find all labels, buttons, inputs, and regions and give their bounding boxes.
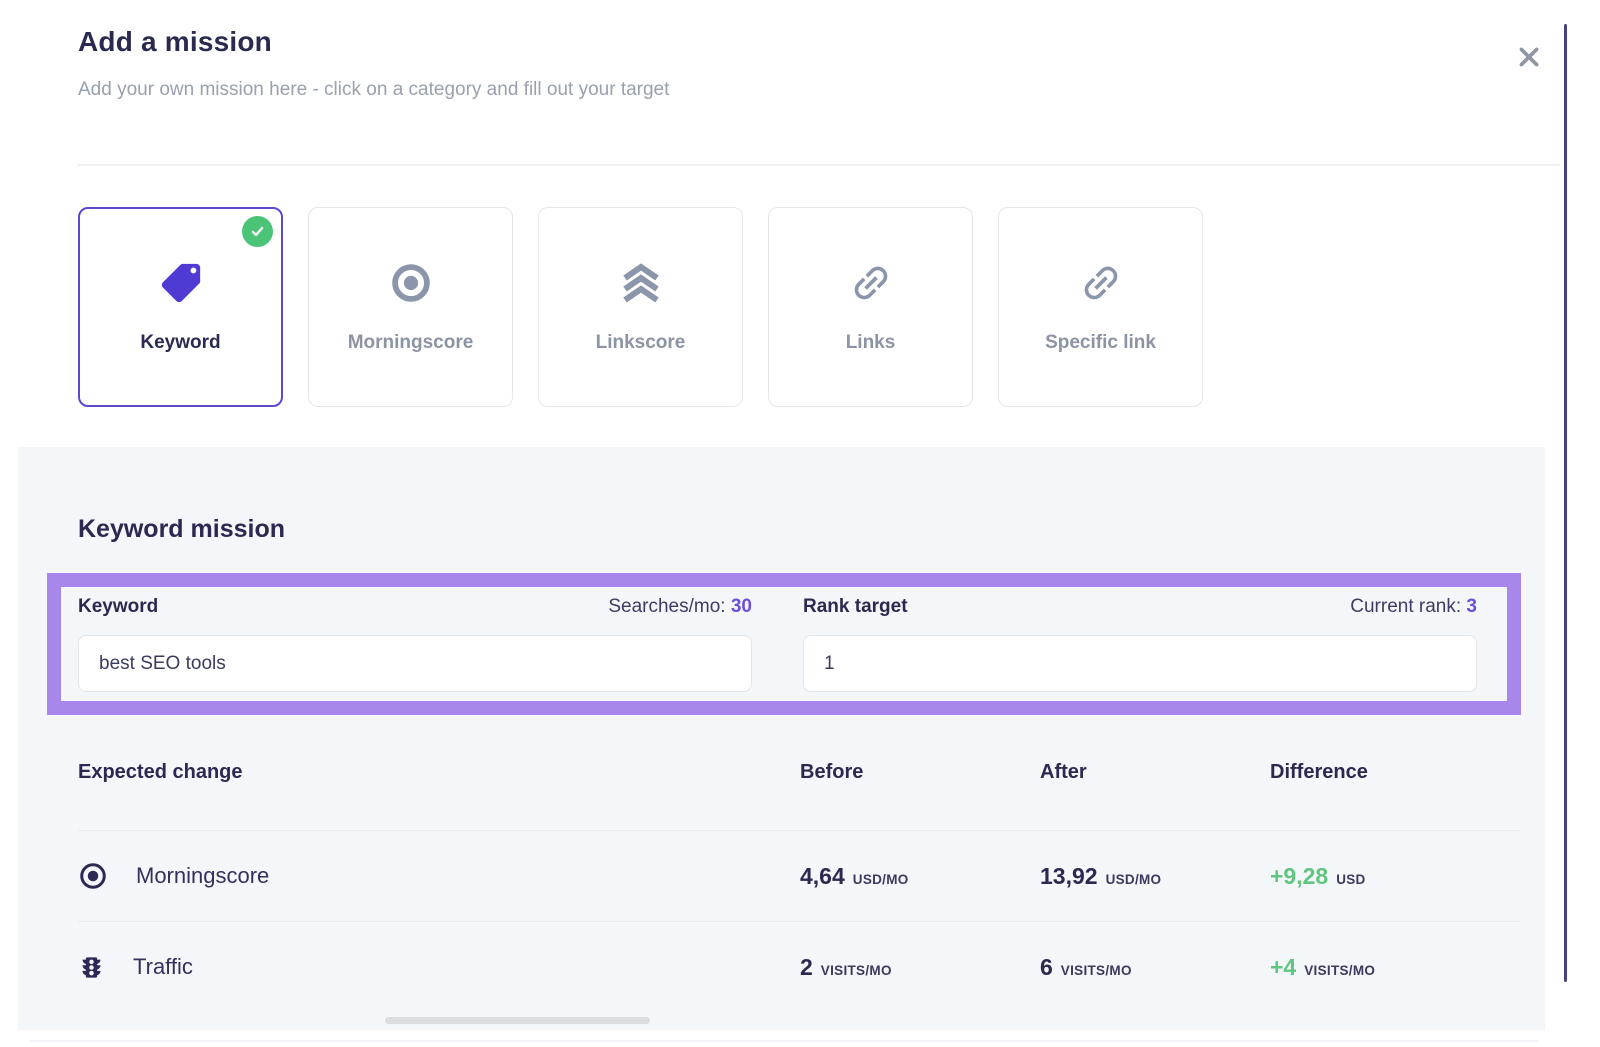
rank-target-input[interactable] — [803, 635, 1477, 692]
metric-unit: VISITS/MO — [821, 963, 892, 978]
searches-value: 30 — [731, 596, 752, 617]
page-title: Add a mission — [78, 26, 272, 58]
category-label: Specific link — [1045, 332, 1156, 354]
chevrons-up-icon — [617, 258, 665, 308]
col-header-expected-change: Expected change — [78, 747, 800, 830]
close-button[interactable] — [1512, 40, 1546, 74]
after-value: 6 VISITS/MO — [1040, 954, 1270, 981]
vertical-scrollbar-thumb[interactable] — [1564, 24, 1567, 982]
current-rank-label: Current rank: — [1350, 596, 1461, 617]
before-value: 4,64 USD/MO — [800, 863, 1040, 890]
table-header-row: Expected change Before After Difference — [78, 747, 1520, 830]
metric-value: 13,92 — [1040, 863, 1098, 890]
searches-per-month-stat: Searches/mo: 30 — [608, 596, 752, 618]
keyword-input[interactable] — [78, 635, 752, 692]
category-label: Morningscore — [348, 332, 474, 354]
close-icon — [1516, 44, 1542, 70]
page-subtitle: Add your own mission here - click on a c… — [78, 79, 669, 101]
row-label: Morningscore — [136, 863, 269, 889]
col-header-before: Before — [800, 747, 1040, 830]
category-label: Linkscore — [596, 332, 686, 354]
current-rank-value: 3 — [1466, 596, 1477, 617]
category-card-morningscore[interactable]: Morningscore — [308, 207, 513, 407]
header-divider — [78, 164, 1560, 166]
category-label: Keyword — [140, 332, 220, 354]
metric-value: 2 — [800, 954, 813, 981]
link-icon — [1078, 258, 1124, 308]
difference-value: +9,28 USD — [1270, 863, 1520, 890]
highlighted-fields-frame: Keyword Searches/mo: 30 Rank target Curr… — [47, 573, 1521, 715]
row-label: Traffic — [133, 954, 193, 980]
category-card-keyword[interactable]: Keyword — [78, 207, 283, 407]
metric-unit: VISITS/MO — [1304, 963, 1375, 978]
category-label: Links — [846, 332, 896, 354]
target-icon — [388, 258, 434, 308]
category-card-links[interactable]: Links — [768, 207, 973, 407]
metric-value: 6 — [1040, 954, 1053, 981]
category-cards: Keyword Morningscore Linkscore Links — [78, 207, 1203, 407]
keyword-field-label: Keyword — [78, 596, 158, 618]
metric-value: +9,28 — [1270, 863, 1328, 890]
table-row-morningscore: Morningscore 4,64 USD/MO 13,92 USD/MO +9… — [78, 830, 1520, 921]
section-heading: Keyword mission — [78, 515, 285, 544]
link-icon — [848, 258, 894, 308]
current-rank-stat: Current rank: 3 — [1350, 596, 1477, 618]
selected-check-icon — [242, 216, 273, 247]
table-row-traffic: Traffic 2 VISITS/MO 6 VISITS/MO +4 VISIT… — [78, 921, 1520, 1012]
col-header-difference: Difference — [1270, 747, 1520, 830]
traffic-light-icon — [78, 954, 105, 981]
metric-value: +4 — [1270, 954, 1296, 981]
morningscore-target-icon — [78, 861, 108, 891]
after-value: 13,92 USD/MO — [1040, 863, 1270, 890]
horizontal-scrollbar-thumb[interactable] — [385, 1017, 650, 1024]
metric-value: 4,64 — [800, 863, 845, 890]
keyword-field-group: Keyword Searches/mo: 30 — [78, 596, 752, 701]
metric-unit: USD/MO — [853, 872, 909, 887]
page-bottom-edge — [30, 1040, 1538, 1042]
keyword-mission-section: Keyword mission Keyword Searches/mo: 30 … — [18, 447, 1545, 1030]
category-card-linkscore[interactable]: Linkscore — [538, 207, 743, 407]
rank-target-label: Rank target — [803, 596, 908, 618]
tag-icon — [158, 258, 204, 308]
metric-unit: USD — [1336, 872, 1365, 887]
category-card-specific-link[interactable]: Specific link — [998, 207, 1203, 407]
col-header-after: After — [1040, 747, 1270, 830]
metric-unit: USD/MO — [1106, 872, 1162, 887]
metric-unit: VISITS/MO — [1061, 963, 1132, 978]
before-value: 2 VISITS/MO — [800, 954, 1040, 981]
expected-change-table: Expected change Before After Difference … — [78, 747, 1520, 1012]
searches-label: Searches/mo: — [608, 596, 725, 617]
difference-value: +4 VISITS/MO — [1270, 954, 1520, 981]
rank-target-field-group: Rank target Current rank: 3 — [803, 596, 1477, 701]
